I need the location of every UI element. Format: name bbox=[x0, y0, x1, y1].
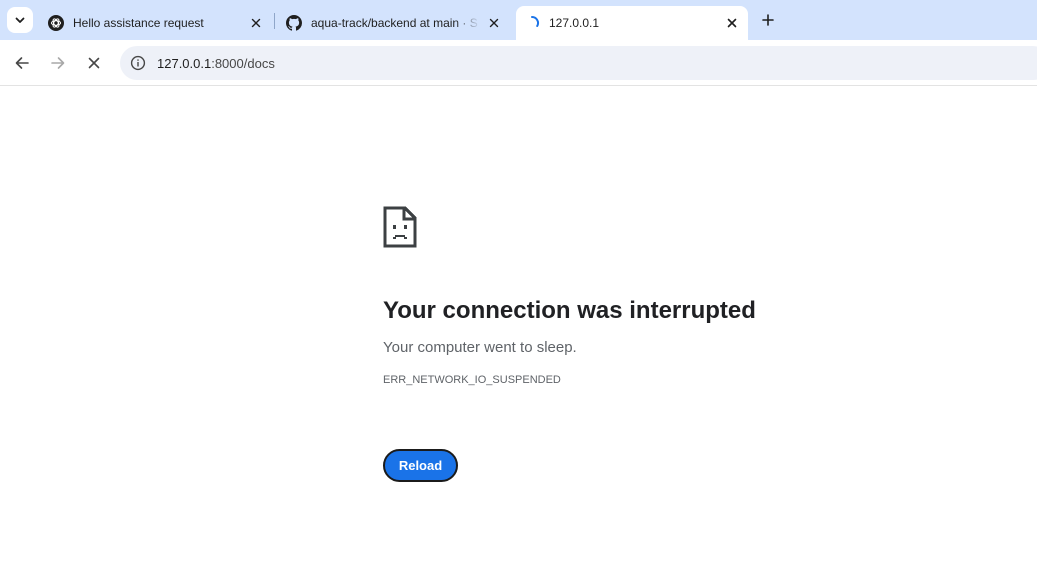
address-bar[interactable]: 127.0.0.1:8000/docs bbox=[120, 46, 1037, 80]
close-icon bbox=[489, 18, 499, 28]
loading-spinner-icon bbox=[531, 16, 539, 27]
tab-github-aqua-track[interactable]: aqua-track/backend at main · S bbox=[278, 6, 510, 40]
github-logo-icon bbox=[286, 15, 302, 31]
browser-toolbar: 127.0.0.1:8000/docs bbox=[0, 40, 1037, 86]
chevron-down-icon bbox=[15, 17, 25, 23]
error-code: ERR_NETWORK_IO_SUSPENDED bbox=[383, 374, 561, 386]
tab-title: aqua-track/backend at main · S bbox=[311, 16, 478, 30]
arrow-right-icon bbox=[51, 57, 65, 69]
error-heading: Your connection was interrupted bbox=[383, 297, 756, 324]
close-tab-button[interactable] bbox=[486, 15, 502, 31]
back-button[interactable] bbox=[8, 49, 36, 77]
reload-button[interactable]: Reload bbox=[383, 449, 458, 482]
tab-title: Hello assistance request bbox=[73, 16, 204, 30]
tab-separator bbox=[274, 13, 275, 29]
close-icon bbox=[727, 18, 737, 28]
close-tab-button[interactable] bbox=[724, 15, 740, 31]
url-path: :8000/docs bbox=[211, 55, 275, 71]
url-text: 127.0.0.1:8000/docs bbox=[157, 56, 275, 71]
tab-search-button[interactable] bbox=[7, 7, 33, 33]
close-icon bbox=[88, 57, 100, 69]
close-tab-button[interactable] bbox=[248, 15, 264, 31]
sad-page-icon bbox=[383, 206, 417, 248]
url-host: 127.0.0.1 bbox=[157, 55, 212, 71]
tab-strip: Hello assistance request aqua-track/back… bbox=[0, 0, 1037, 40]
site-info-button[interactable] bbox=[128, 53, 148, 73]
tab-title: 127.0.0.1 bbox=[549, 16, 600, 30]
error-message: Your computer went to sleep. bbox=[383, 339, 577, 356]
plus-icon bbox=[762, 14, 774, 26]
arrow-left-icon bbox=[15, 57, 29, 69]
tab-localhost[interactable]: 127.0.0.1 bbox=[516, 6, 748, 40]
info-icon bbox=[130, 55, 146, 71]
close-icon bbox=[251, 18, 261, 28]
tab-hello-assistance[interactable]: Hello assistance request bbox=[40, 6, 272, 40]
openai-logo-icon bbox=[48, 15, 64, 31]
error-page: Your connection was interrupted Your com… bbox=[383, 206, 983, 387]
forward-button[interactable] bbox=[44, 49, 72, 77]
stop-loading-button[interactable] bbox=[80, 49, 108, 77]
new-tab-button[interactable] bbox=[756, 8, 780, 32]
